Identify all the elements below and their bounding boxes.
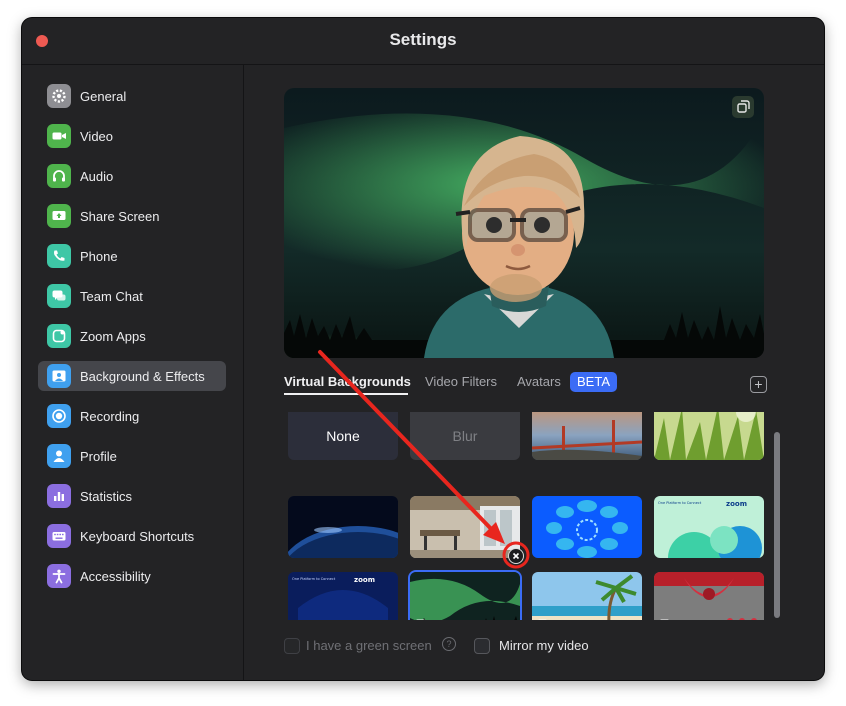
zoom-caption-text: One Platform to Connect bbox=[658, 501, 702, 505]
help-icon[interactable]: ? bbox=[442, 637, 456, 651]
background-thumb-zoom-navy[interactable]: zoom One Platform to Connect bbox=[288, 572, 398, 620]
sidebar-item-profile[interactable]: Profile bbox=[38, 441, 226, 471]
chat-icon bbox=[47, 284, 71, 308]
background-options: I have a green screen ? Mirror my video bbox=[284, 636, 784, 656]
tab-video-filters[interactable]: Video Filters bbox=[425, 374, 497, 389]
background-thumb-zoom-green[interactable]: zoom One Platform to Connect bbox=[654, 496, 764, 558]
video-icon bbox=[538, 618, 552, 620]
share-screen-icon bbox=[47, 204, 71, 228]
sidebar-item-audio[interactable]: Audio bbox=[38, 161, 226, 191]
sidebar-item-video[interactable]: Video bbox=[38, 121, 226, 151]
background-blur[interactable]: Blur bbox=[410, 412, 520, 460]
sidebar-item-accessibility[interactable]: Accessibility bbox=[38, 561, 226, 591]
add-background-button[interactable]: + bbox=[750, 376, 767, 393]
sidebar-item-background-effects[interactable]: Background & Effects bbox=[38, 361, 226, 391]
apps-icon bbox=[47, 324, 71, 348]
sidebar-item-keyboard-shortcuts[interactable]: Keyboard Shortcuts bbox=[38, 521, 226, 551]
bar-chart-icon bbox=[47, 484, 71, 508]
window-title: Settings bbox=[389, 30, 457, 49]
green-screen-label: I have a green screen bbox=[306, 638, 432, 653]
active-tab-indicator bbox=[284, 393, 408, 395]
sidebar-item-zoom-apps[interactable]: Zoom Apps bbox=[38, 321, 226, 351]
headphones-icon bbox=[47, 164, 71, 188]
video-camera-icon bbox=[47, 124, 71, 148]
background-icon bbox=[47, 364, 71, 388]
sidebar-divider bbox=[243, 65, 244, 680]
background-thumb-office[interactable] bbox=[410, 496, 520, 558]
video-icon bbox=[416, 618, 430, 620]
background-thumb-beach[interactable] bbox=[532, 572, 642, 620]
background-tabs: Virtual Backgrounds Video Filters Avatar… bbox=[284, 372, 774, 396]
background-thumb-zoom-blue[interactable] bbox=[532, 496, 642, 558]
sidebar-item-share-screen[interactable]: Share Screen bbox=[38, 201, 226, 231]
tab-avatars[interactable]: Avatars bbox=[517, 374, 561, 389]
tab-virtual-backgrounds[interactable]: Virtual Backgrounds bbox=[284, 374, 411, 389]
sidebar-item-recording[interactable]: Recording bbox=[38, 401, 226, 431]
settings-sidebar: General Video Audio Share Screen Phone T… bbox=[22, 65, 243, 680]
camera-switch-icon[interactable] bbox=[732, 96, 754, 118]
background-thumb-golden-gate[interactable] bbox=[532, 412, 642, 460]
background-thumb-aurora-selected[interactable] bbox=[410, 572, 520, 620]
zoom-brand-text: zoom bbox=[354, 576, 375, 584]
mirror-video-label: Mirror my video bbox=[499, 638, 589, 653]
video-icon bbox=[660, 618, 674, 620]
record-icon bbox=[47, 404, 71, 428]
sidebar-item-phone[interactable]: Phone bbox=[38, 241, 226, 271]
zoom-caption-text: One Platform to Connect bbox=[292, 577, 336, 581]
beta-badge: BETA bbox=[570, 372, 617, 392]
sidebar-item-general[interactable]: General bbox=[38, 81, 226, 111]
accessibility-icon bbox=[47, 564, 71, 588]
settings-window: Settings General Video Audio Share Scree… bbox=[22, 18, 824, 680]
person-icon bbox=[47, 444, 71, 468]
sidebar-item-statistics[interactable]: Statistics bbox=[38, 481, 226, 511]
phone-icon bbox=[47, 244, 71, 268]
video-preview bbox=[284, 88, 764, 358]
background-thumb-earth[interactable] bbox=[288, 496, 398, 558]
background-thumb-holiday[interactable] bbox=[654, 572, 764, 620]
background-thumb-grass[interactable] bbox=[654, 412, 764, 460]
gear-icon bbox=[47, 84, 71, 108]
remove-background-button[interactable] bbox=[508, 548, 524, 564]
mirror-video-checkbox[interactable] bbox=[474, 638, 490, 654]
background-grid: None Blur zoom One Platform to Connect zo… bbox=[284, 412, 788, 620]
keyboard-icon bbox=[47, 524, 71, 548]
green-screen-checkbox[interactable] bbox=[284, 638, 300, 654]
zoom-brand-text: zoom bbox=[726, 500, 747, 508]
background-none[interactable]: None bbox=[288, 412, 398, 460]
close-icon bbox=[512, 552, 520, 560]
sidebar-item-team-chat[interactable]: Team Chat bbox=[38, 281, 226, 311]
aurora-background-image bbox=[284, 88, 764, 358]
grid-scrollbar[interactable] bbox=[774, 432, 780, 618]
